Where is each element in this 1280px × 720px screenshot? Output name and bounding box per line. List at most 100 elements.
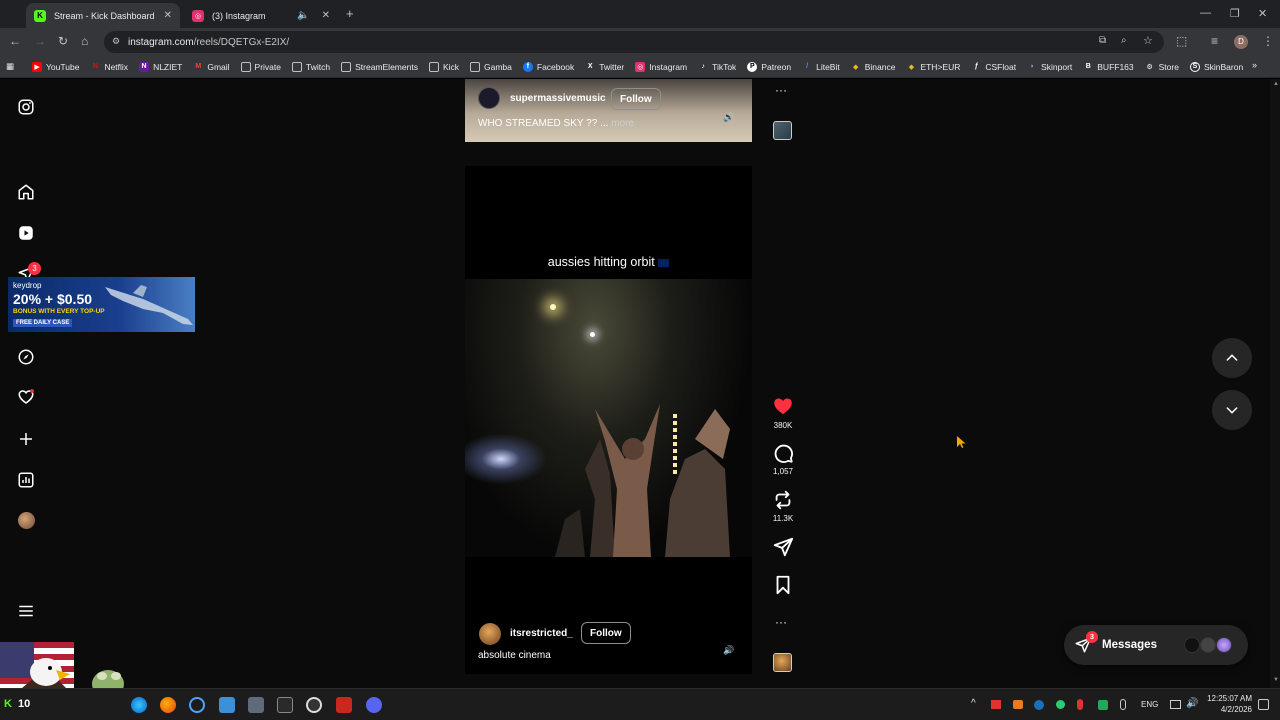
explore-icon[interactable] bbox=[17, 348, 35, 366]
app-g-icon[interactable] bbox=[306, 697, 322, 713]
messages-button[interactable]: 3 Messages bbox=[1064, 625, 1248, 665]
notifications-icon[interactable] bbox=[1258, 699, 1269, 710]
bookmark-kick[interactable]: Kick bbox=[428, 61, 459, 72]
more-link[interactable]: more bbox=[611, 118, 634, 129]
address-bar[interactable]: ⚙ instagram.com/reels/DQETGx-E2IX/ ⧉ ⌕ ☆ bbox=[104, 31, 1164, 53]
bookmark-csfloat[interactable]: ƒ CSFloat bbox=[971, 62, 1016, 72]
bookmark-store[interactable]: ⚙ Store bbox=[1145, 62, 1179, 72]
bookmark-star-icon[interactable]: ☆ bbox=[1143, 34, 1153, 47]
bookmark-twitch[interactable]: Twitch bbox=[292, 61, 330, 72]
page-scrollbar[interactable]: ▲ ▼ bbox=[1270, 79, 1280, 688]
save-bookmark-icon[interactable] bbox=[771, 574, 795, 596]
new-tab-button[interactable]: + bbox=[346, 6, 354, 21]
create-plus-icon[interactable] bbox=[17, 430, 35, 448]
site-info-icon[interactable]: ⚙ bbox=[112, 36, 120, 47]
firefox-icon[interactable] bbox=[160, 697, 176, 713]
scroll-up-icon[interactable]: ▲ bbox=[1273, 81, 1279, 87]
more-options-icon[interactable]: ··· bbox=[775, 615, 787, 629]
tray-expand-icon[interactable]: ^ bbox=[971, 698, 976, 709]
follow-button[interactable]: Follow bbox=[611, 88, 661, 110]
bookmark-netflix[interactable]: N Netflix bbox=[90, 62, 128, 72]
bookmark-youtube[interactable]: ▶ YouTube bbox=[32, 61, 79, 72]
speaker-icon[interactable]: 🔈 bbox=[297, 10, 309, 21]
tab-kick-dashboard[interactable]: K Stream - Kick Dashboard ✕ bbox=[26, 3, 180, 28]
scroll-down-icon[interactable]: ▼ bbox=[1273, 677, 1279, 683]
install-app-icon[interactable]: ⧉ bbox=[1099, 35, 1106, 46]
security-shield-icon[interactable] bbox=[1098, 700, 1108, 710]
comment-icon[interactable] bbox=[771, 442, 795, 464]
back-icon[interactable]: ← bbox=[9, 34, 21, 48]
tray-app-icon[interactable] bbox=[1013, 700, 1023, 709]
edge-icon[interactable] bbox=[131, 697, 147, 713]
close-icon[interactable]: ✕ bbox=[322, 10, 330, 21]
profile-avatar[interactable] bbox=[18, 512, 35, 529]
more-menu-icon[interactable] bbox=[17, 602, 35, 620]
bookmark-litebit[interactable]: / LiteBit bbox=[802, 62, 840, 72]
zoom-icon[interactable]: ⌕ bbox=[1121, 35, 1127, 46]
reel-username[interactable]: supermassivemusic bbox=[510, 93, 606, 104]
home-icon[interactable] bbox=[17, 183, 35, 201]
bookmark-eth-eur[interactable]: ◆ ETH>EUR bbox=[906, 62, 961, 72]
heart-icon[interactable] bbox=[17, 388, 35, 406]
volume-icon[interactable]: 🔊 bbox=[1186, 698, 1198, 709]
instagram-logo-icon[interactable] bbox=[17, 98, 35, 116]
minimize-icon[interactable]: — bbox=[1200, 7, 1211, 19]
apps-grid-icon[interactable]: ▦ bbox=[6, 61, 14, 72]
menu-kebab-icon[interactable]: ⋮ bbox=[1262, 34, 1274, 48]
bookmark-streamelements[interactable]: StreamElements bbox=[341, 61, 418, 72]
speaker-icon[interactable]: 🔊 bbox=[723, 112, 734, 123]
follow-button[interactable]: Follow bbox=[581, 622, 631, 644]
home-icon[interactable]: ⌂ bbox=[81, 34, 88, 48]
like-heart-icon[interactable] bbox=[771, 395, 795, 417]
microphone-icon[interactable] bbox=[1120, 699, 1126, 710]
tray-app-icon[interactable] bbox=[991, 700, 1001, 709]
user-avatar[interactable] bbox=[478, 87, 500, 109]
speaker-icon[interactable]: 🔊 bbox=[723, 645, 734, 656]
reel-video-frame[interactable] bbox=[465, 279, 752, 557]
bookmark-facebook[interactable]: f Facebook bbox=[522, 61, 574, 72]
previous-reel-button[interactable] bbox=[1212, 338, 1252, 378]
more-bookmarks-icon[interactable]: » bbox=[1252, 60, 1257, 70]
reload-icon[interactable]: ↻ bbox=[58, 34, 68, 48]
close-window-icon[interactable]: ✕ bbox=[1258, 7, 1267, 20]
language-indicator[interactable]: ENG bbox=[1141, 700, 1158, 709]
bookmark-binance[interactable]: ◆ Binance bbox=[851, 62, 895, 72]
voicemeeter-icon[interactable] bbox=[336, 697, 352, 713]
bookmark-private[interactable]: Private bbox=[240, 61, 281, 72]
tab-instagram[interactable]: ◎ (3) Instagram 🔈 ✕ bbox=[184, 3, 338, 28]
bookmark-skinbaron[interactable]: S SkinBaron bbox=[1189, 61, 1243, 72]
user-avatar[interactable] bbox=[479, 623, 501, 645]
close-icon[interactable]: ✕ bbox=[164, 10, 172, 21]
extensions-icon[interactable]: ⬚ bbox=[1176, 34, 1187, 48]
bookmark-gamba[interactable]: Gamba bbox=[470, 61, 512, 72]
app-c-icon[interactable] bbox=[189, 697, 205, 713]
dashboard-icon[interactable] bbox=[17, 471, 35, 489]
bookmark-buff163[interactable]: B BUFF163 bbox=[1083, 62, 1134, 72]
steam-tray-icon[interactable] bbox=[1034, 700, 1044, 710]
profile-avatar[interactable]: D bbox=[1234, 35, 1248, 49]
reel-card-previous[interactable]: supermassivemusic Follow WHO STREAMED SK… bbox=[465, 79, 752, 142]
bookmark-gmail[interactable]: M Gmail bbox=[193, 62, 229, 72]
calculator-icon[interactable] bbox=[248, 697, 264, 713]
reel-card-main[interactable]: aussies hitting orbit itsrestricted_ Fol… bbox=[465, 166, 752, 674]
bookmark-instagram[interactable]: ◎ Instagram bbox=[635, 61, 687, 72]
notepad-icon[interactable] bbox=[219, 697, 235, 713]
restore-icon[interactable]: ❐ bbox=[1230, 7, 1240, 20]
reel-username[interactable]: itsrestricted_ bbox=[510, 628, 573, 639]
bookmark-patreon[interactable]: P Patreon bbox=[747, 61, 791, 72]
tray-status-icon[interactable] bbox=[1056, 700, 1065, 709]
reels-icon[interactable] bbox=[17, 224, 35, 242]
app-icon[interactable] bbox=[277, 697, 293, 713]
audio-thumbnail[interactable] bbox=[773, 121, 792, 140]
next-reel-button[interactable] bbox=[1212, 390, 1252, 430]
share-send-icon[interactable] bbox=[771, 536, 795, 558]
network-icon[interactable] bbox=[1170, 700, 1181, 709]
bookmark-twitter[interactable]: X Twitter bbox=[585, 62, 624, 72]
microphone-muted-icon[interactable] bbox=[1077, 699, 1083, 710]
clock[interactable]: 12:25:07 AM 4/2/2026 bbox=[1204, 693, 1252, 715]
discord-icon[interactable] bbox=[366, 697, 382, 713]
forward-icon[interactable]: → bbox=[34, 34, 46, 48]
media-control-icon[interactable]: ≡ bbox=[1211, 34, 1218, 48]
more-options-icon[interactable]: ··· bbox=[775, 83, 787, 97]
bookmark-tiktok[interactable]: ♪ TikTok bbox=[698, 62, 736, 72]
